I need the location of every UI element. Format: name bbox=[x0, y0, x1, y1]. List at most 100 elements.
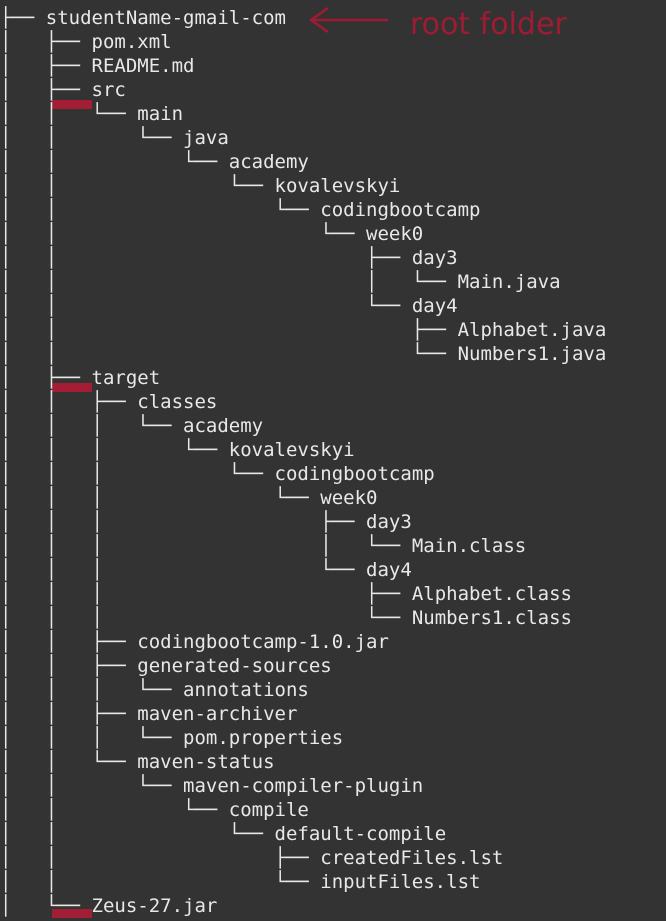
tree-row: │ │ ├── codingbootcamp-1.0.jar bbox=[0, 630, 389, 654]
tree-branch-lines: │ │ └── bbox=[0, 175, 275, 197]
tree-row: │ │ │ │ └── Main.class bbox=[0, 534, 526, 558]
tree-entry-name: Zeus-27.jar bbox=[91, 895, 218, 917]
tree-entry-name: Alphabet.class bbox=[411, 583, 572, 605]
tree-entry-name: codingbootcamp bbox=[320, 199, 481, 221]
tree-branch-lines: │ │ └── bbox=[0, 775, 184, 797]
tree-branch-lines: │ │ │ └── bbox=[0, 559, 367, 581]
tree-entry-name: java bbox=[183, 127, 229, 149]
tree-branch-lines: │ │ │ └── bbox=[0, 415, 184, 437]
tree-branch-lines: │ │ └── bbox=[0, 127, 184, 149]
annotation-arrow-icon bbox=[308, 6, 388, 34]
tree-entry-name: academy bbox=[228, 151, 309, 173]
tree-row: │ │ └── day4 bbox=[0, 294, 458, 318]
tree-entry-name: inputFiles.lst bbox=[320, 871, 481, 893]
tree-entry-name: target bbox=[91, 367, 161, 389]
tree-row: │ │ │ └── academy bbox=[0, 414, 263, 438]
tree-branch-lines: │ ├── bbox=[0, 367, 92, 389]
tree-row: │ │ └── inputFiles.lst bbox=[0, 870, 480, 894]
tree-row: │ │ ├── day3 bbox=[0, 246, 458, 270]
tree-branch-lines: │ │ │ │ └── bbox=[0, 535, 412, 557]
tree-entry-name: Main.class bbox=[411, 535, 527, 557]
tree-entry-name: annotations bbox=[183, 679, 309, 701]
tree-entry-name: pom.xml bbox=[91, 31, 172, 53]
tree-row: │ │ ├── createdFiles.lst bbox=[0, 846, 503, 870]
tree-row: │ ├── target bbox=[0, 366, 160, 390]
tree-entry-name: default-compile bbox=[274, 823, 447, 845]
tree-row: │ │ └── Numbers1.java bbox=[0, 342, 606, 366]
tree-entry-name: day3 bbox=[366, 511, 412, 533]
tree-entry-name: day3 bbox=[411, 247, 458, 269]
tree-entry-name: main bbox=[137, 103, 184, 125]
tree-branch-lines: │ │ └── bbox=[0, 199, 321, 221]
tree-row: │ │ │ └── day4 bbox=[0, 558, 412, 582]
tree-row: │ │ └── default-compile bbox=[0, 822, 446, 846]
tree-branch-lines: │ ├── bbox=[0, 55, 92, 77]
tree-entry-name: day4 bbox=[366, 559, 412, 581]
tree-branch-lines: │ │ └── bbox=[0, 295, 412, 317]
tree-entry-name: generated-sources bbox=[137, 655, 332, 677]
tree-branch-lines: │ │ ├── bbox=[0, 847, 321, 869]
tree-branch-lines: │ │ ├── bbox=[0, 655, 138, 677]
tree-entry-name: pom.properties bbox=[183, 727, 344, 749]
tree-entry-name: classes bbox=[137, 391, 218, 413]
tree-branch-lines: │ │ └── bbox=[0, 823, 275, 845]
tree-row: │ │ ├── classes bbox=[0, 390, 217, 414]
tree-branch-lines: │ ├── bbox=[0, 79, 92, 101]
tree-branch-lines: │ │ ├── bbox=[0, 319, 458, 341]
tree-row: │ │ │ └── Main.java bbox=[0, 270, 561, 294]
tree-entry-name: README.md bbox=[91, 55, 195, 77]
tree-row: │ │ │ ├── day3 bbox=[0, 510, 412, 534]
tree-entry-name: day4 bbox=[411, 295, 458, 317]
tree-branch-lines: │ │ └── bbox=[0, 151, 229, 173]
tree-branch-lines: │ │ ├── bbox=[0, 247, 412, 269]
tree-entry-name: Numbers1.java bbox=[457, 343, 607, 365]
tree-entry-name: maven-status bbox=[137, 751, 275, 773]
tree-row: │ │ │ └── kovalevskyi bbox=[0, 438, 355, 462]
tree-entry-name: compile bbox=[228, 799, 309, 821]
tree-branch-lines: │ │ │ ├── bbox=[0, 583, 412, 605]
tree-branch-lines: │ │ └── bbox=[0, 223, 367, 245]
tree-branch-lines: │ │ ├── bbox=[0, 703, 138, 725]
tree-entry-name: week0 bbox=[320, 487, 378, 509]
tree-branch-lines: │ │ └── bbox=[0, 751, 138, 773]
tree-branch-lines: │ │ │ └── bbox=[0, 439, 229, 461]
tree-row: │ ├── pom.xml bbox=[0, 30, 172, 54]
tree-entry-name: Main.java bbox=[457, 271, 561, 293]
tree-branch-lines: │ │ │ └── bbox=[0, 487, 321, 509]
tree-row: │ │ │ └── Numbers1.class bbox=[0, 606, 572, 630]
tree-row: │ │ │ └── week0 bbox=[0, 486, 378, 510]
tree-entry-name: codingbootcamp-1.0.jar bbox=[137, 631, 389, 653]
tree-entry-name: week0 bbox=[366, 223, 424, 245]
tree-entry-name: maven-archiver bbox=[137, 703, 298, 725]
tree-row: │ │ │ └── pom.properties bbox=[0, 726, 343, 750]
tree-branch-lines: ├── bbox=[0, 7, 46, 29]
tree-row: │ │ └── kovalevskyi bbox=[0, 174, 400, 198]
tree-entry-name: Numbers1.class bbox=[411, 607, 572, 629]
tree-row: │ │ │ ├── Alphabet.class bbox=[0, 582, 572, 606]
tree-branch-lines: │ │ ├── bbox=[0, 391, 138, 413]
tree-entry-name: kovalevskyi bbox=[228, 439, 355, 461]
tree-row: │ ├── README.md bbox=[0, 54, 194, 78]
tree-branch-lines: │ │ │ └── bbox=[0, 463, 275, 485]
tree-branch-lines: │ ├── bbox=[0, 31, 92, 53]
tree-branch-lines: │ │ └── bbox=[0, 343, 458, 365]
tree-branch-lines: │ │ └── bbox=[0, 103, 138, 125]
tree-branch-lines: │ └── bbox=[0, 895, 92, 917]
tree-entry-name: kovalevskyi bbox=[274, 175, 401, 197]
tree-entry-name: codingbootcamp bbox=[274, 463, 435, 485]
tree-row: │ └── Zeus-27.jar bbox=[0, 894, 217, 918]
tree-row: │ │ └── compile bbox=[0, 798, 309, 822]
tree-branch-lines: │ │ ├── bbox=[0, 631, 138, 653]
tree-branch-lines: │ │ │ └── bbox=[0, 727, 184, 749]
tree-entry-name: Alphabet.java bbox=[457, 319, 607, 341]
root-folder-annotation: root folder bbox=[410, 7, 567, 42]
tree-row: │ │ └── academy bbox=[0, 150, 309, 174]
tree-row: │ │ ├── generated-sources bbox=[0, 654, 332, 678]
tree-branch-lines: │ │ └── bbox=[0, 871, 321, 893]
tree-entry-name: createdFiles.lst bbox=[320, 847, 504, 869]
tree-row: │ │ ├── Alphabet.java bbox=[0, 318, 606, 342]
file-tree: root folder ├── studentName-gmail-com │ ├… bbox=[0, 0, 666, 921]
tree-branch-lines: │ │ └── bbox=[0, 799, 229, 821]
tree-row: ├── studentName-gmail-com bbox=[0, 6, 286, 30]
tree-entry-name: studentName-gmail-com bbox=[45, 7, 286, 29]
